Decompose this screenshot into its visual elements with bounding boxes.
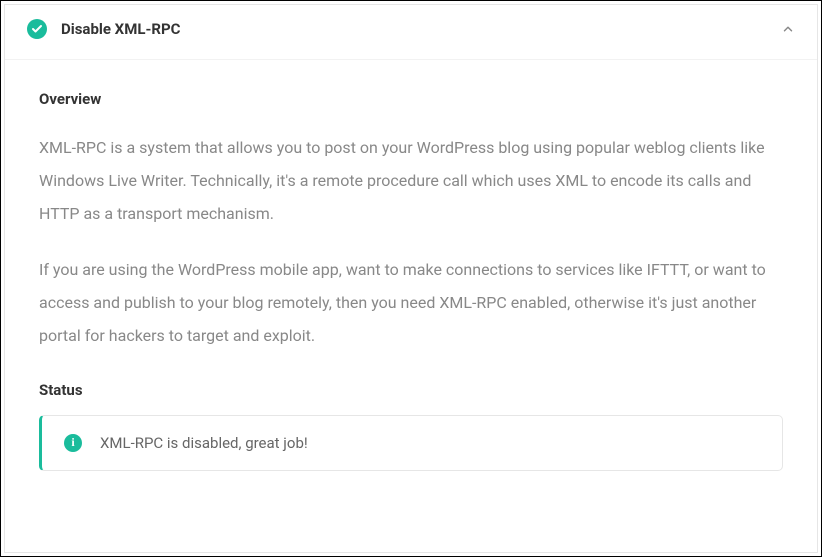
overview-paragraph-1: XML-RPC is a system that allows you to p… — [39, 132, 783, 230]
disable-xml-rpc-panel: Disable XML-RPC Overview XML-RPC is a sy… — [4, 4, 818, 553]
panel-title: Disable XML-RPC — [61, 20, 781, 38]
status-box: i XML-RPC is disabled, great job! — [39, 415, 783, 471]
status-message: XML-RPC is disabled, great job! — [100, 434, 308, 452]
chevron-up-icon — [781, 22, 795, 36]
check-circle-icon — [27, 19, 47, 39]
panel-header[interactable]: Disable XML-RPC — [5, 5, 817, 53]
overview-paragraph-2: If you are using the WordPress mobile ap… — [39, 254, 783, 352]
status-heading: Status — [39, 381, 783, 399]
panel-body: Overview XML-RPC is a system that allows… — [5, 59, 817, 552]
overview-heading: Overview — [39, 90, 783, 108]
info-icon: i — [64, 434, 82, 452]
